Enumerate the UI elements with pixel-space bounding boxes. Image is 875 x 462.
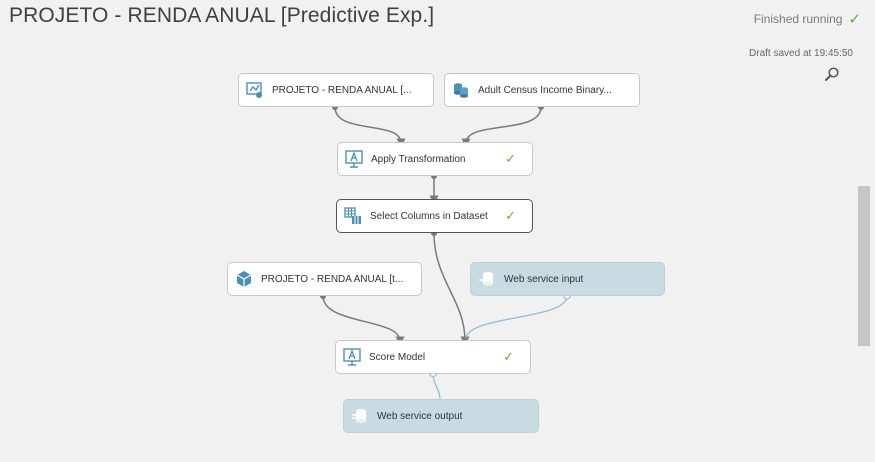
dataset-icon <box>454 83 468 98</box>
trained-model-icon <box>236 271 252 287</box>
vertical-scrollbar[interactable] <box>858 186 870 346</box>
module-label: PROJETO - RENDA ANUAL [... <box>272 84 412 96</box>
module-label: PROJETO - RENDA ANUAL [t... <box>261 273 404 285</box>
module-label: Adult Census Income Binary... <box>478 84 612 96</box>
module-score-model[interactable]: Score Model ✓ <box>335 340 531 374</box>
select-columns-icon <box>344 207 361 224</box>
module-label: Web service output <box>377 410 463 422</box>
web-service-input-icon <box>479 272 493 286</box>
transform-icon <box>246 82 262 98</box>
module-apply-transformation[interactable]: Apply Transformation ✓ <box>337 142 533 176</box>
experiment-canvas[interactable]: PROJETO - RENDA ANUAL [... Adult Census … <box>0 0 875 462</box>
module-web-service-output[interactable]: Web service output <box>343 399 539 433</box>
module-census-dataset[interactable]: Adult Census Income Binary... <box>444 73 640 107</box>
connector <box>322 295 405 346</box>
module-trained-transform[interactable]: PROJETO - RENDA ANUAL [... <box>238 73 434 107</box>
connector <box>334 106 406 148</box>
connector <box>433 232 470 346</box>
module-label: Apply Transformation <box>371 153 466 165</box>
module-icon <box>343 348 361 366</box>
module-label: Select Columns in Dataset <box>370 210 488 222</box>
module-icon <box>345 150 363 168</box>
module-select-columns[interactable]: Select Columns in Dataset ✓ <box>336 199 533 233</box>
check-icon: ✓ <box>503 349 514 364</box>
module-web-service-input[interactable]: Web service input <box>470 262 665 296</box>
check-icon: ✓ <box>505 151 516 166</box>
web-service-output-icon <box>352 409 366 423</box>
module-label: Web service input <box>504 273 584 285</box>
module-label: Score Model <box>369 351 426 363</box>
web-service-connector <box>465 295 568 339</box>
web-service-connector <box>432 372 441 401</box>
check-icon: ✓ <box>505 208 516 223</box>
connector <box>461 106 542 148</box>
module-trained-model[interactable]: PROJETO - RENDA ANUAL [t... <box>227 262 422 296</box>
